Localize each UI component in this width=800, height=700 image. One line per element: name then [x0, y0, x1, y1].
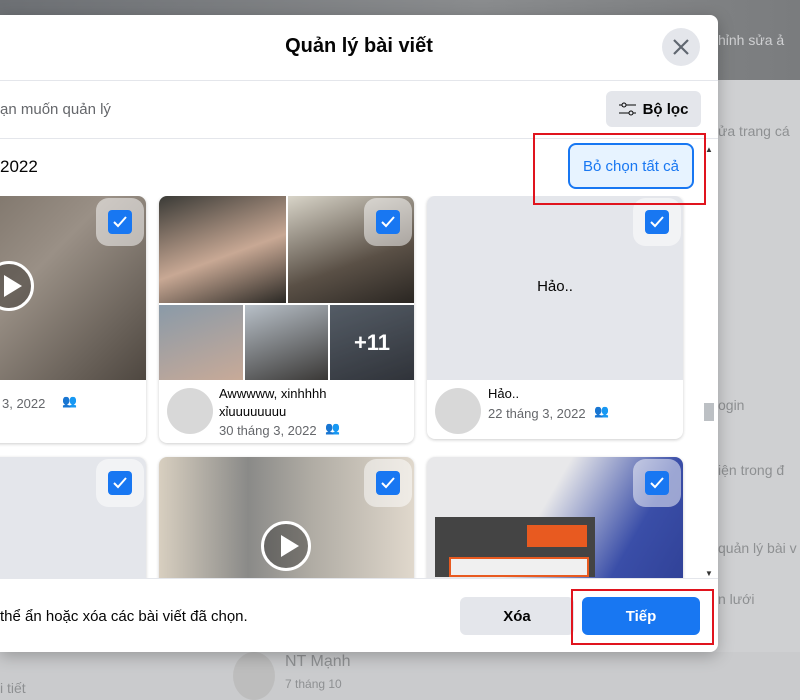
avatar: [167, 388, 213, 434]
more-photos-count: +11: [330, 305, 414, 380]
friends-icon: 👥: [325, 421, 340, 435]
delete-button[interactable]: Xóa: [460, 597, 574, 635]
post-date: 3, 2022: [2, 396, 46, 411]
close-icon: [673, 39, 689, 55]
bg-text: i tiết: [0, 680, 26, 696]
checkmark-icon: [113, 477, 127, 489]
bg-text: hỉnh sửa ả: [718, 32, 785, 48]
post-card[interactable]: [159, 457, 414, 578]
bg-avatar: [233, 652, 275, 700]
checkmark-icon: [381, 477, 395, 489]
post-checkbox[interactable]: [376, 471, 400, 495]
scroll-down-icon[interactable]: ▼: [705, 569, 713, 578]
post-checkbox[interactable]: [108, 210, 132, 234]
bg-text: ogin: [718, 397, 745, 413]
post-text-preview: Hảo..: [537, 278, 573, 295]
post-card[interactable]: Hảo.. Hảo.. 22 tháng 3, 2022 👥: [427, 196, 683, 439]
checkmark-icon: [650, 216, 664, 228]
filter-label: Bộ lọc: [642, 100, 689, 118]
post-card[interactable]: [0, 457, 146, 578]
post-card[interactable]: [427, 457, 683, 578]
checkmark-icon: [381, 216, 395, 228]
checkmark-icon: [113, 216, 127, 228]
post-checkbox[interactable]: [645, 210, 669, 234]
post-checkbox[interactable]: [376, 210, 400, 234]
dialog-title: Quản lý bài viết: [285, 35, 433, 57]
post-date: 22 tháng 3, 2022: [488, 406, 586, 421]
scrollbar[interactable]: ▲ ▼: [703, 145, 715, 578]
posts-grid: 3, 2022 👥 +11 Awwwww, xinhhhh xỉuuuuuuuu…: [0, 196, 700, 578]
divider: [0, 80, 718, 81]
bg-text: 7 tháng 10: [285, 677, 342, 691]
scrollbar-thumb[interactable]: [704, 403, 714, 421]
checkmark-icon: [650, 477, 664, 489]
play-icon: [261, 521, 311, 571]
post-date: 30 tháng 3, 2022: [219, 423, 317, 438]
subtitle: ạn muốn quản lý: [0, 101, 111, 118]
highlight-box: [571, 589, 714, 645]
filter-button[interactable]: Bộ lọc: [606, 91, 701, 127]
background-feed: [0, 652, 800, 700]
post-checkbox[interactable]: [108, 471, 132, 495]
post-caption: Awwwww, xinhhhh xỉuuuuuuuu: [219, 386, 327, 419]
post-checkbox[interactable]: [645, 471, 669, 495]
divider: [0, 578, 718, 579]
section-label: 2022: [0, 157, 38, 176]
bg-text: iện trong đ: [718, 462, 785, 478]
scroll-up-icon[interactable]: ▲: [705, 145, 713, 154]
post-caption: Hảo..: [488, 386, 520, 401]
filter-icon: [618, 102, 636, 116]
close-button[interactable]: [662, 28, 700, 66]
footer-hint: thể ẩn hoặc xóa các bài viết đã chọn.: [0, 608, 248, 625]
avatar: [435, 388, 481, 434]
bg-text: n lưới: [718, 591, 755, 607]
post-card[interactable]: 3, 2022 👥: [0, 196, 146, 443]
manage-posts-dialog: Quản lý bài viết ạn muốn quản lý Bộ lọc …: [0, 15, 718, 652]
post-card[interactable]: +11 Awwwww, xinhhhh xỉuuuuuuuu 30 tháng …: [159, 196, 414, 443]
highlight-box: [533, 133, 706, 205]
friends-icon: 👥: [594, 404, 609, 418]
friends-icon: 👥: [62, 394, 77, 408]
bg-text: ửa trang cá: [718, 123, 790, 139]
bg-text: NT Mạnh: [285, 653, 351, 670]
bg-text: quản lý bài v: [718, 540, 797, 556]
